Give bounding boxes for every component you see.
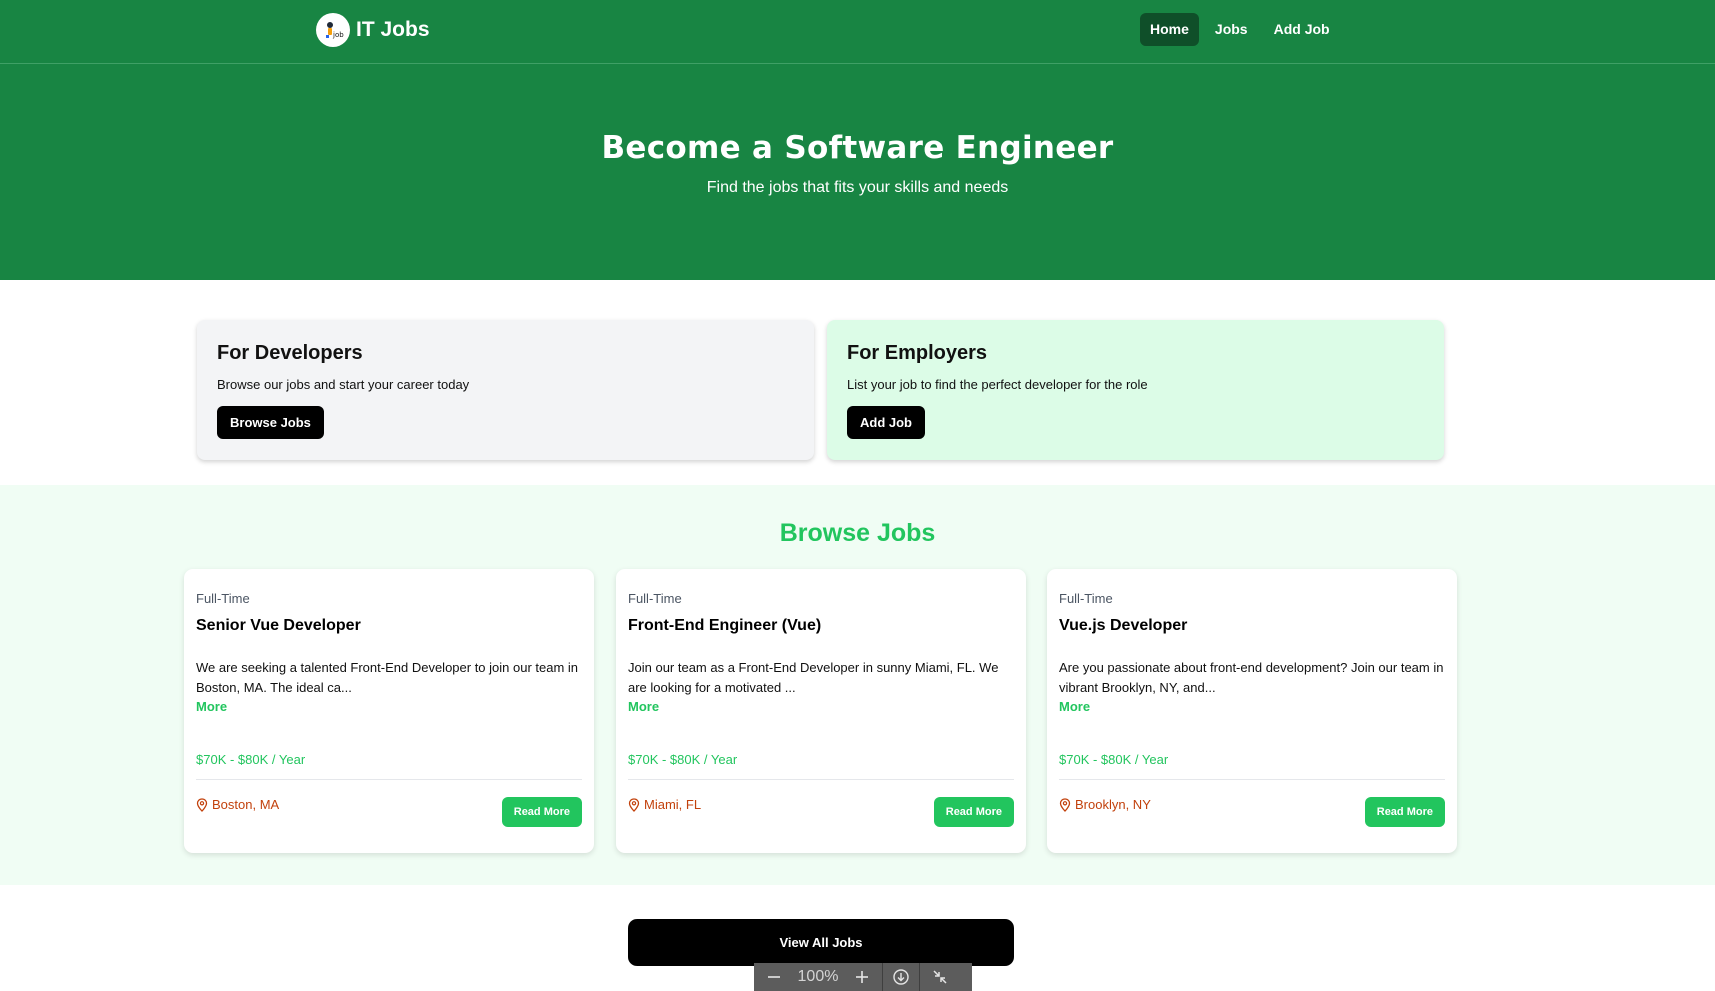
nav-home-link[interactable]: Home	[1140, 13, 1199, 46]
job-location: Brooklyn, NY	[1059, 797, 1151, 812]
hero-section: Become a Software Engineer Find the jobs…	[0, 64, 1715, 280]
collapse-button[interactable]	[920, 963, 960, 991]
job-salary: $70K - $80K / Year	[196, 752, 306, 767]
developers-card-title: For Developers	[217, 342, 363, 364]
page: job IT Jobs Home Jobs Add Job Become a S…	[0, 0, 1715, 991]
browse-jobs-title: Browse Jobs	[779, 519, 936, 547]
job-salary: $70K - $80K / Year	[628, 752, 738, 767]
job-description: Join our team as a Front-End Developer i…	[628, 660, 999, 695]
job-more-link[interactable]: More	[196, 699, 227, 714]
zoom-level: 100%	[797, 968, 839, 985]
brand-logo-icon: job	[316, 13, 350, 47]
download-icon	[893, 969, 909, 985]
job-type: Full-Time	[628, 591, 682, 606]
plus-icon	[856, 971, 868, 983]
job-card-body: Full-Time Vue.js Developer Are you passi…	[1059, 569, 1445, 853]
minus-icon	[768, 976, 780, 978]
job-card: Full-Time Senior Vue Developer We are se…	[184, 569, 594, 853]
nav-jobs-link[interactable]: Jobs	[1205, 13, 1258, 46]
job-card-body: Full-Time Front-End Engineer (Vue) Join …	[628, 569, 1014, 853]
hero-subtitle: Find the jobs that fits your skills and …	[706, 179, 1009, 196]
job-divider	[1059, 779, 1445, 780]
download-button[interactable]	[883, 963, 919, 991]
job-card-body: Full-Time Senior Vue Developer We are se…	[196, 569, 582, 853]
job-more-link[interactable]: More	[628, 699, 659, 714]
read-more-button[interactable]: Read More	[933, 797, 1014, 827]
job-divider	[196, 779, 582, 780]
nav-add-job-link[interactable]: Add Job	[1264, 13, 1340, 46]
hero-title: Become a Software Engineer	[601, 130, 1114, 166]
employers-card: For Employers List your job to find the …	[827, 320, 1444, 460]
job-type: Full-Time	[1059, 591, 1113, 606]
job-location: Boston, MA	[196, 797, 279, 812]
developers-card: For Developers Browse our jobs and start…	[197, 320, 814, 460]
zoom-in-button[interactable]	[842, 963, 882, 991]
job-more-link[interactable]: More	[1059, 699, 1090, 714]
job-title: Vue.js Developer	[1059, 617, 1188, 634]
browse-jobs-section: Browse Jobs Full-Time Senior Vue Develop…	[0, 485, 1715, 885]
job-divider	[628, 779, 1014, 780]
read-more-button[interactable]: Read More	[501, 797, 582, 827]
svg-text:job: job	[332, 31, 344, 39]
zoom-toolbar: 100%	[754, 963, 972, 991]
collapse-icon	[933, 970, 947, 984]
job-title: Front-End Engineer (Vue)	[628, 617, 822, 634]
job-location-text: Miami, FL	[644, 797, 702, 812]
map-pin-icon	[196, 797, 208, 812]
job-description: We are seeking a talented Front-End Deve…	[196, 660, 579, 695]
job-location-text: Brooklyn, NY	[1075, 797, 1151, 812]
brand[interactable]: job IT Jobs	[316, 13, 430, 47]
brand-name: IT Jobs	[356, 18, 430, 41]
job-card: Full-Time Vue.js Developer Are you passi…	[1047, 569, 1457, 853]
employers-card-title: For Employers	[847, 342, 988, 364]
job-card: Full-Time Front-End Engineer (Vue) Join …	[616, 569, 1026, 853]
zoom-out-button[interactable]	[754, 963, 794, 991]
job-type: Full-Time	[196, 591, 250, 606]
employers-card-text: List your job to find the perfect develo…	[847, 377, 1148, 392]
nav-links: Home Jobs Add Job	[1140, 13, 1340, 46]
job-location: Miami, FL	[628, 797, 701, 812]
browse-jobs-button[interactable]: Browse Jobs	[217, 406, 324, 439]
map-pin-icon	[1059, 797, 1071, 812]
map-pin-icon	[628, 797, 640, 812]
job-salary: $70K - $80K / Year	[1059, 752, 1169, 767]
read-more-button[interactable]: Read More	[1364, 797, 1445, 827]
job-location-text: Boston, MA	[212, 797, 280, 812]
add-job-button[interactable]: Add Job	[847, 406, 925, 439]
navbar: job IT Jobs Home Jobs Add Job	[0, 0, 1715, 64]
job-description: Are you passionate about front-end devel…	[1059, 660, 1444, 695]
developers-card-text: Browse our jobs and start your career to…	[217, 377, 470, 392]
view-all-jobs-button[interactable]: View All Jobs	[628, 919, 1014, 966]
job-title: Senior Vue Developer	[196, 617, 361, 634]
